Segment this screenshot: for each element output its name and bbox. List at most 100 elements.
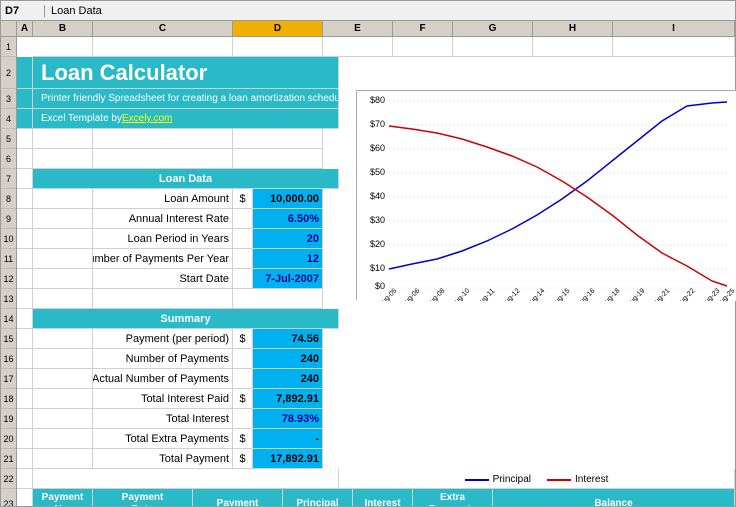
th-principal: Principal	[283, 489, 353, 506]
cell-a21	[17, 449, 33, 469]
value-extra-payments[interactable]: -	[253, 429, 323, 449]
label-loan-amount: Loan Amount	[93, 189, 233, 209]
col-header-f[interactable]: F	[393, 21, 453, 37]
cell-b13	[33, 289, 93, 309]
cell-a13	[17, 289, 33, 309]
th-pd-line2: Date	[132, 504, 154, 507]
cell-a18	[17, 389, 33, 409]
cell-b8	[33, 189, 93, 209]
dollar-actual-pay	[233, 369, 253, 389]
cell-a3	[17, 89, 33, 109]
cell-a14	[17, 309, 33, 329]
rn-4: 4	[1, 109, 16, 129]
label-payment-period: Payment (per period)	[93, 329, 233, 349]
cell-e1	[323, 37, 393, 57]
value-actual-pay[interactable]: 240	[253, 369, 323, 389]
label-total-interest-paid: Total Interest Paid	[93, 389, 233, 409]
dollar-num-payments	[233, 249, 253, 269]
th-payment-no-line1: Payment	[42, 492, 84, 504]
row-numbers: 1 2 3 4 5 6 7 8 9 10 11 12 13 14 15 16 1…	[1, 37, 17, 506]
value-num-pay-summary[interactable]: 240	[253, 349, 323, 369]
value-loan-amount[interactable]: 10,000.00	[253, 189, 323, 209]
th-payment: Payment	[193, 489, 283, 506]
rn-16: 16	[1, 349, 16, 369]
cell-d6	[233, 149, 323, 169]
formula-content: Loan Data	[51, 5, 102, 17]
chart-spacer-15	[323, 329, 735, 349]
rn-12: 12	[1, 269, 16, 289]
cell-a12	[17, 269, 33, 289]
rn-20: 20	[1, 429, 16, 449]
loan-chart: $80 $70 $60 $50 $40 $30 $20 $10 $0 Aug-0…	[357, 91, 736, 301]
col-header-h[interactable]: H	[533, 21, 613, 37]
value-total-payment[interactable]: 17,892.91	[253, 449, 323, 469]
value-loan-period[interactable]: 20	[253, 229, 323, 249]
chart-spacer-21	[323, 449, 735, 469]
label-num-pay-summary: Number of Payments	[93, 349, 233, 369]
legend-principal-label: Principal	[493, 474, 531, 485]
cell-c6	[93, 149, 233, 169]
th-balance: Balance	[493, 489, 735, 506]
label-num-payments: Number of Payments Per Year	[93, 249, 233, 269]
cell-a4	[17, 109, 33, 129]
cell-a16	[17, 349, 33, 369]
col-header-g[interactable]: G	[453, 21, 533, 37]
th-pd-line1: Payment	[122, 492, 164, 504]
value-payment-period[interactable]: 74.56	[253, 329, 323, 349]
rn-21: 21	[1, 449, 16, 469]
chart-spacer-14	[339, 309, 735, 329]
rn-3: 3	[1, 89, 16, 109]
cell-b15	[33, 329, 93, 349]
th-payment-date: Payment Date	[93, 489, 193, 506]
y-label-20: $20	[370, 239, 385, 249]
corner-cell	[1, 21, 17, 37]
y-label-40: $40	[370, 191, 385, 201]
row-16: Number of Payments 240	[17, 349, 735, 369]
legend-interest-label: Interest	[575, 474, 608, 485]
y-label-30: $30	[370, 215, 385, 225]
y-label-70: $70	[370, 119, 385, 129]
chart-spacer-18	[323, 389, 735, 409]
subtitle-cell: Printer friendly Spreadsheet for creatin…	[33, 89, 339, 109]
col-header-c[interactable]: C	[93, 21, 233, 37]
dollar-payment-period: $	[233, 329, 253, 349]
rn-18: 18	[1, 389, 16, 409]
rn-17: 17	[1, 369, 16, 389]
row-23: Payment No. Payment Date Payment Princip…	[17, 489, 735, 506]
y-label-60: $60	[370, 143, 385, 153]
col-header-e[interactable]: E	[323, 21, 393, 37]
th-payment-no: Payment No.	[33, 489, 93, 506]
cell-bcd22	[33, 469, 339, 489]
col-header-i[interactable]: I	[613, 21, 735, 37]
rn-14: 14	[1, 309, 16, 329]
value-start-date[interactable]: 7-Jul-2007	[253, 269, 323, 289]
cell-g1	[453, 37, 533, 57]
cell-b16	[33, 349, 93, 369]
dollar-total-payment: $	[233, 449, 253, 469]
cell-b10	[33, 229, 93, 249]
rn-9: 9	[1, 209, 16, 229]
col-header-a[interactable]: A	[17, 21, 33, 37]
excely-link[interactable]: Excely.com	[122, 113, 172, 124]
col-header-b[interactable]: B	[33, 21, 93, 37]
rn-19: 19	[1, 409, 16, 429]
label-actual-pay: Actual Number of Payments	[93, 369, 233, 389]
col-header-d[interactable]: D	[233, 21, 323, 37]
dollar-loan-amount: $	[233, 189, 253, 209]
row-2: Loan Calculator	[17, 57, 735, 89]
th-payment-no-line2: No.	[54, 504, 70, 507]
value-total-interest-paid[interactable]: 7,892.91	[253, 389, 323, 409]
y-label-80: $80	[370, 95, 385, 105]
value-interest-rate[interactable]: 6.50%	[253, 209, 323, 229]
value-num-payments[interactable]: 12	[253, 249, 323, 269]
cell-a8	[17, 189, 33, 209]
cell-d5	[233, 129, 323, 149]
cell-b12	[33, 269, 93, 289]
cell-i1	[613, 37, 735, 57]
cell-a10	[17, 229, 33, 249]
summary-header: Summary	[33, 309, 339, 329]
cell-c5	[93, 129, 233, 149]
row-17: Actual Number of Payments 240	[17, 369, 735, 389]
value-total-interest-pct[interactable]: 78.93%	[253, 409, 323, 429]
row-21: Total Payment $ 17,892.91	[17, 449, 735, 469]
